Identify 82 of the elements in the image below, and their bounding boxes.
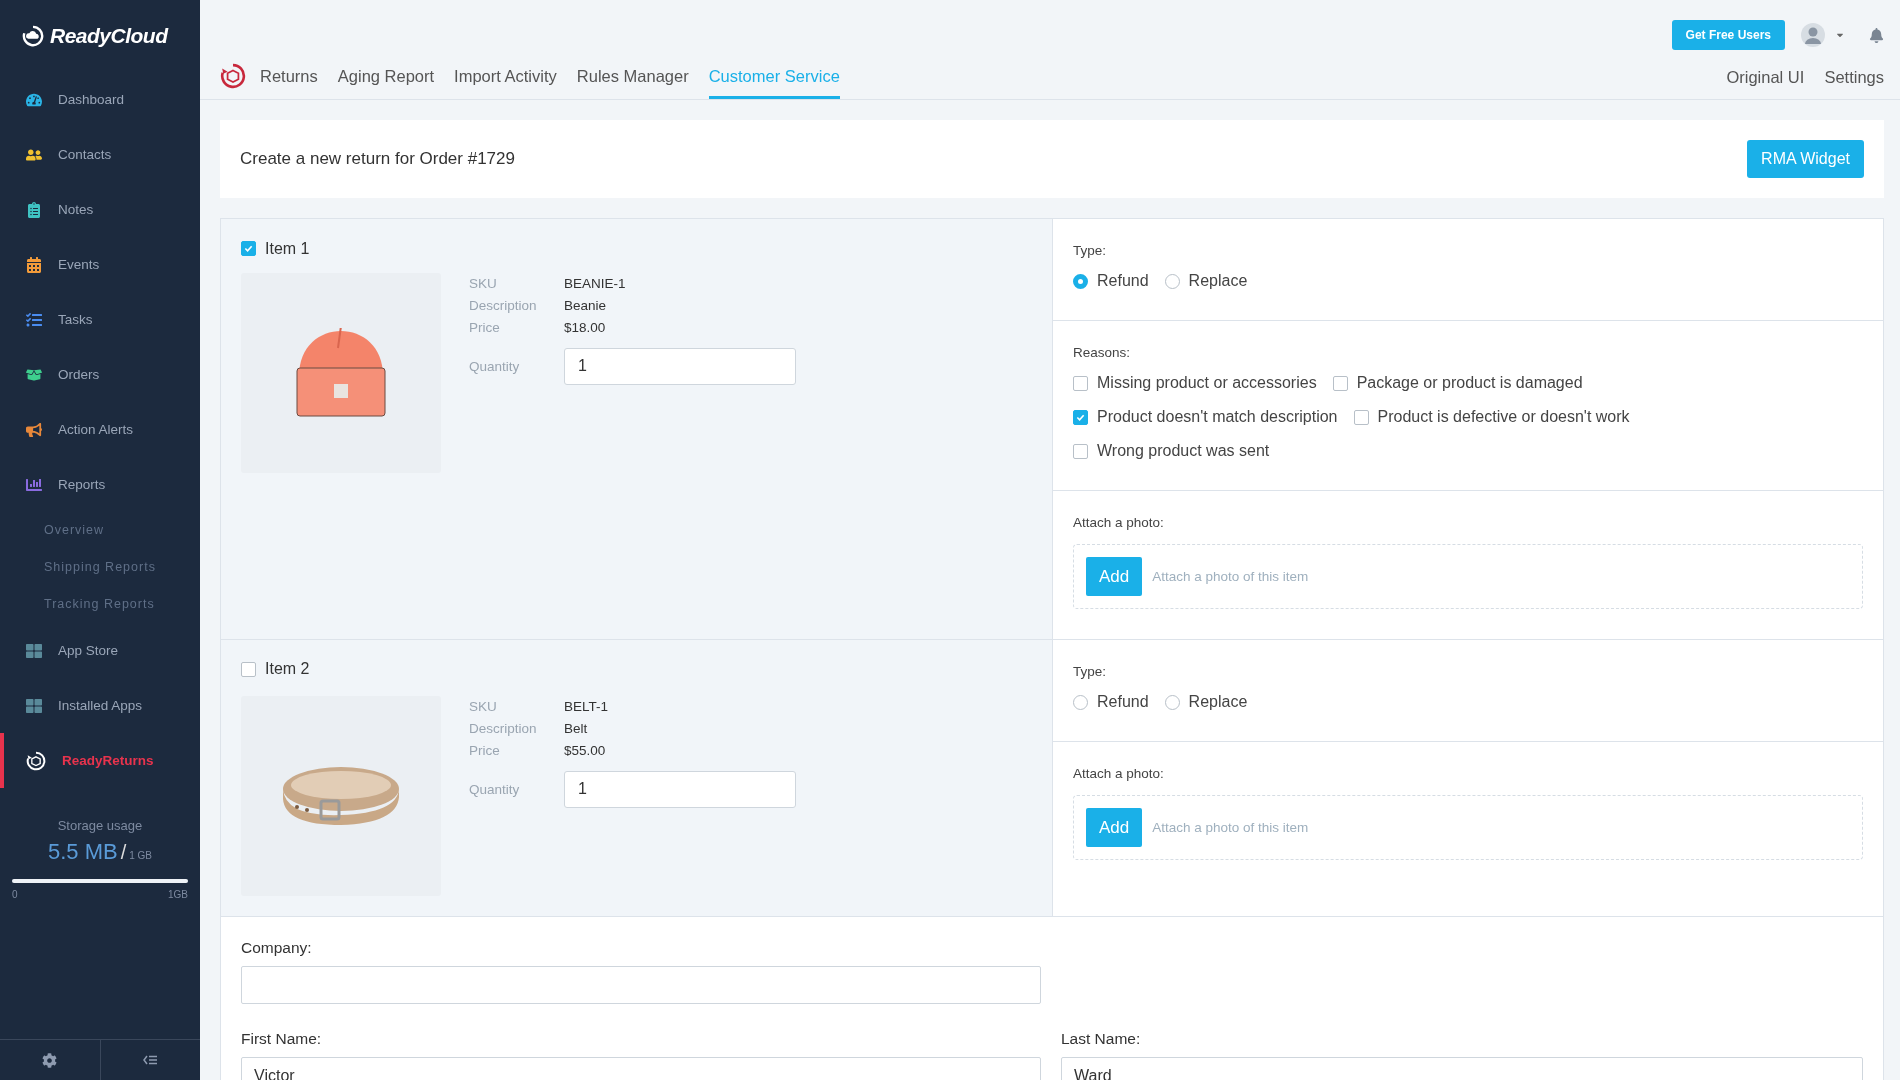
megaphone-icon [26,421,42,438]
calendar-icon [26,256,42,273]
nav-tab[interactable]: Import Activity [454,67,557,99]
reason-checkbox[interactable]: Wrong product was sent [1073,442,1270,460]
detail-label: Description [469,297,538,313]
reason-checkbox[interactable]: Product doesn't match description [1073,408,1338,426]
reason-checkbox[interactable]: Package or product is damaged [1332,374,1583,392]
type-radio[interactable]: Refund [1073,272,1149,290]
notepad-icon [26,201,42,218]
storage-max: 1GB [168,889,188,900]
checkmark-icon [1076,412,1085,422]
company-field[interactable] [241,965,1041,1004]
detail-value: Belt [564,720,589,736]
sidebar-item[interactable]: Installed Apps [0,678,200,733]
nav-tab[interactable]: Rules Manager [576,67,689,99]
detail-value: $18.00 [564,319,607,335]
checklist-icon [26,311,42,328]
returns-cycle-icon [220,63,246,89]
sidebar-item[interactable]: Action Alerts [0,402,200,457]
header-link[interactable]: Settings [1824,68,1884,99]
gear-icon [42,1052,58,1068]
drop-zone-hint: Attach a photo of this item [1152,569,1309,584]
sidebar-item[interactable]: Notes [0,182,200,237]
grid-icon [26,642,42,659]
nav-tab[interactable]: Aging Report [337,67,435,99]
item-checkbox[interactable]: Item 2 [241,660,310,678]
collapse-icon [143,1055,158,1065]
sidebar-item[interactable]: Orders [0,347,200,402]
sidebar-item[interactable]: Tasks [0,292,200,347]
box-icon [26,366,42,383]
storage-separator: / [120,841,127,864]
detail-label: Quantity [469,358,521,374]
sidebar-item[interactable]: App Store [0,623,200,678]
detail-label: SKU [469,698,498,714]
returns-cycle-icon [26,750,46,771]
page-title: Create a new return for Order #1729 [240,149,515,169]
cloud-logo-icon [22,25,44,47]
detail-label: SKU [469,275,498,291]
avatar-icon[interactable] [1801,23,1825,47]
section-label: Type: [1073,664,1108,679]
nav-tab[interactable]: Returns [260,67,318,99]
field-label: First Name: [241,1029,323,1048]
drop-zone-hint: Attach a photo of this item [1152,820,1309,835]
bar-chart-icon [26,476,42,493]
storage-used: 5.5 MB [47,839,118,865]
quantity-field[interactable]: 1 [564,770,796,808]
detail-value: Beanie [564,297,608,313]
last-name-field[interactable]: Ward [1061,1056,1863,1080]
sidebar-item[interactable]: Reports [0,457,200,512]
gauge-icon [26,91,42,108]
header-link[interactable]: Original UI [1726,68,1805,99]
detail-label: Quantity [469,781,521,797]
reason-checkbox[interactable]: Product is defective or doesn't work [1353,408,1630,426]
sidebar-item[interactable]: Events [0,237,200,292]
field-label: Last Name: [1061,1029,1142,1048]
type-radio[interactable]: Refund [1073,693,1149,711]
first-name-field[interactable]: Victor [241,1056,1041,1080]
section-label: Attach a photo: [1073,766,1165,781]
checkmark-icon [244,244,253,253]
section-label: Reasons: [1073,345,1132,360]
storage-min: 0 [12,889,18,900]
detail-label: Price [469,319,501,335]
item-checkbox[interactable]: Item 1 [241,239,310,258]
detail-value: BELT-1 [564,698,610,714]
section-label: Attach a photo: [1073,515,1165,530]
detail-value: $55.00 [564,742,607,758]
detail-label: Description [469,720,538,736]
detail-label: Price [469,742,501,758]
field-label: Company: [241,938,313,957]
grid-icon [26,697,42,714]
type-radio[interactable]: Replace [1164,272,1248,290]
logo-text: ReadyCloud [50,24,168,48]
storage-total: 1 GB [129,850,153,861]
detail-value: BEANIE-1 [564,275,627,291]
quantity-field[interactable]: 1 [564,347,796,385]
section-label: Type: [1073,243,1108,258]
reason-checkbox[interactable]: Missing product or accessories [1073,374,1317,392]
storage-label: Storage usage [57,818,143,833]
type-radio[interactable]: Replace [1164,693,1248,711]
sidebar-item[interactable]: Dashboard [0,72,200,127]
sidebar-item[interactable]: Contacts [0,127,200,182]
notification-bell-icon[interactable] [1869,27,1884,43]
